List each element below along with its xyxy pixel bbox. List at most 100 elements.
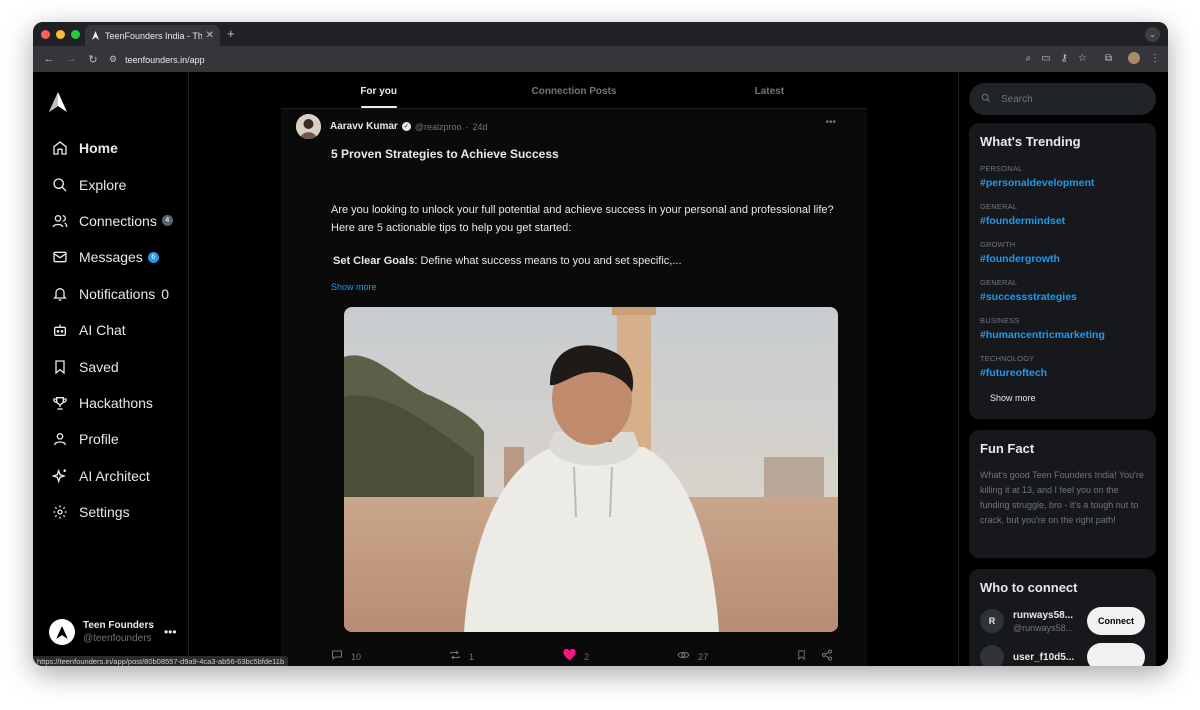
search-icon (51, 176, 69, 194)
repost-action[interactable]: 1 (449, 649, 563, 664)
suggestion-name[interactable]: runways58... (1013, 610, 1073, 621)
trend-tag[interactable]: #personaldevelopment (980, 177, 1145, 189)
tab-search-icon[interactable]: ⌄ (1145, 27, 1160, 42)
nav-item-ai-chat[interactable]: AI Chat (51, 312, 173, 348)
trend-tag[interactable]: #successstrategies (980, 291, 1145, 303)
nav-item-hackathons[interactable]: Hackathons (51, 385, 173, 421)
trending-show-more[interactable]: Show more (969, 379, 1156, 415)
left-sidebar: Home Explore Connections 4 Messages 6 No… (33, 72, 189, 666)
nav-label-messages: Messages (79, 249, 143, 266)
sparkles-icon (51, 467, 69, 485)
reload-icon[interactable]: ↻ (87, 53, 99, 66)
bookmark-star-icon[interactable]: ☆ (1078, 53, 1087, 64)
trend-item[interactable]: GENERAL #successstrategies (969, 278, 1156, 303)
comment-action[interactable]: 10 (331, 649, 449, 664)
maximize-window-button[interactable] (71, 30, 80, 39)
connect-suggestion[interactable]: user_f10d5... (969, 643, 1156, 666)
fun-fact-title: Fun Fact (980, 441, 1035, 456)
bell-icon (51, 285, 69, 303)
cast-icon[interactable]: ▭ (1041, 53, 1050, 64)
author-handle[interactable]: @realzproo (415, 122, 462, 132)
tab-close-icon[interactable]: ✕ (206, 30, 214, 41)
nav-label-home: Home (79, 140, 118, 157)
minimize-window-button[interactable] (56, 30, 65, 39)
messages-count-badge: 6 (147, 251, 159, 263)
zoom-icon[interactable]: ⌕ (1026, 53, 1032, 64)
author-name[interactable]: Aaravv Kumar (330, 121, 398, 132)
mail-icon (51, 248, 69, 266)
app-logo-icon[interactable] (49, 92, 67, 112)
nav-item-connections[interactable]: Connections 4 (51, 203, 173, 239)
heart-icon (563, 648, 576, 664)
connect-button[interactable]: Connect (1087, 607, 1145, 635)
nav-label-saved: Saved (79, 358, 119, 375)
trend-category: BUSINESS (980, 316, 1020, 325)
search-input[interactable]: Search (969, 83, 1156, 115)
tab-connection-posts[interactable]: Connection Posts (476, 72, 671, 108)
back-icon[interactable]: ← (43, 53, 55, 65)
tab-latest[interactable]: Latest (672, 72, 867, 108)
nav-item-notifications[interactable]: Notifications 0 (51, 276, 173, 312)
trend-item[interactable]: GENERAL #foundermindset (969, 202, 1156, 227)
view-count: 27 (698, 651, 709, 662)
nav-item-home[interactable]: Home (51, 130, 173, 166)
trend-item[interactable]: BUSINESS #humancentricmarketing (969, 316, 1156, 341)
trend-category: GENERAL (980, 202, 1018, 211)
post-card[interactable]: Aaravv Kumar ✓ @realzproo · 24d ••• 5 Pr… (281, 109, 867, 666)
comment-icon (331, 649, 343, 664)
post-body: Are you looking to unlock your full pote… (331, 204, 834, 234)
nav-item-profile[interactable]: Profile (51, 421, 173, 457)
who-to-connect-title: Who to connect (980, 580, 1078, 595)
password-key-icon[interactable]: ⚷ (1061, 53, 1068, 64)
extensions-icon[interactable]: ⧉ (1105, 53, 1112, 64)
trend-item[interactable]: TECHNOLOGY #futureoftech (969, 354, 1156, 379)
bookmark-icon (51, 358, 69, 376)
trophy-icon (51, 394, 69, 412)
bookmark-action[interactable] (796, 649, 821, 664)
trend-tag[interactable]: #humancentricmarketing (980, 329, 1145, 341)
share-action[interactable] (821, 649, 841, 664)
bookmark-post-icon (796, 649, 807, 664)
nav-item-saved[interactable]: Saved (51, 348, 173, 384)
trend-tag[interactable]: #foundergrowth (980, 253, 1145, 265)
traffic-lights (41, 30, 80, 39)
account-name: Teen Founders (83, 620, 154, 631)
trend-tag[interactable]: #futureoftech (980, 367, 1145, 379)
post-show-more-link[interactable]: Show more (331, 282, 377, 292)
trend-item[interactable]: PERSONAL #personaldevelopment (969, 164, 1156, 189)
post-photo[interactable] (344, 307, 838, 632)
address-bar[interactable]: ⚙ teenfounders.in/app (109, 50, 1119, 69)
author-avatar[interactable] (296, 114, 321, 139)
like-action[interactable]: 2 (563, 648, 677, 664)
nav-item-messages[interactable]: Messages 6 (51, 239, 173, 275)
close-window-button[interactable] (41, 30, 50, 39)
feed-column: For you Connection Posts Latest Aaravv K… (281, 72, 867, 666)
connect-button[interactable] (1087, 643, 1145, 666)
browser-profile-avatar[interactable] (1128, 52, 1140, 64)
link-status-bar: https://teenfounders.in/app/post/80b0855… (33, 656, 289, 666)
forward-icon[interactable]: → (65, 53, 77, 65)
user-icon (51, 430, 69, 448)
site-info-icon[interactable]: ⚙ (109, 54, 117, 65)
suggestion-avatar[interactable]: R (980, 609, 1004, 633)
gear-icon (51, 503, 69, 521)
trend-item[interactable]: GROWTH #foundergrowth (969, 240, 1156, 265)
toolbar-actions: ⌕ ▭ ⚷ ☆ ⧉ ⋮ (1026, 52, 1160, 64)
account-switcher[interactable]: Teen Founders @teenfounders ••• (49, 619, 179, 645)
tab-title: TeenFounders India - The So (105, 30, 202, 41)
suggestion-avatar[interactable] (980, 645, 1004, 666)
nav-item-explore[interactable]: Explore (51, 166, 173, 202)
tab-for-you[interactable]: For you (281, 72, 476, 108)
new-tab-button[interactable]: + (227, 26, 235, 41)
account-more-icon[interactable]: ••• (164, 625, 177, 639)
browser-tab[interactable]: TeenFounders India - The So ✕ (85, 25, 220, 46)
trend-category: TECHNOLOGY (980, 354, 1035, 363)
trend-tag[interactable]: #foundermindset (980, 215, 1145, 227)
browser-menu-icon[interactable]: ⋮ (1150, 53, 1160, 64)
connect-suggestion[interactable]: R runways58... @runways58... Connect (969, 607, 1156, 635)
post-more-icon[interactable]: ••• (825, 117, 836, 128)
nav-item-settings[interactable]: Settings (51, 494, 173, 530)
suggestion-name[interactable]: user_f10d5... (1013, 652, 1074, 663)
nav-item-ai-architect[interactable]: AI Architect (51, 458, 173, 494)
notifications-count: 0 (161, 285, 170, 302)
